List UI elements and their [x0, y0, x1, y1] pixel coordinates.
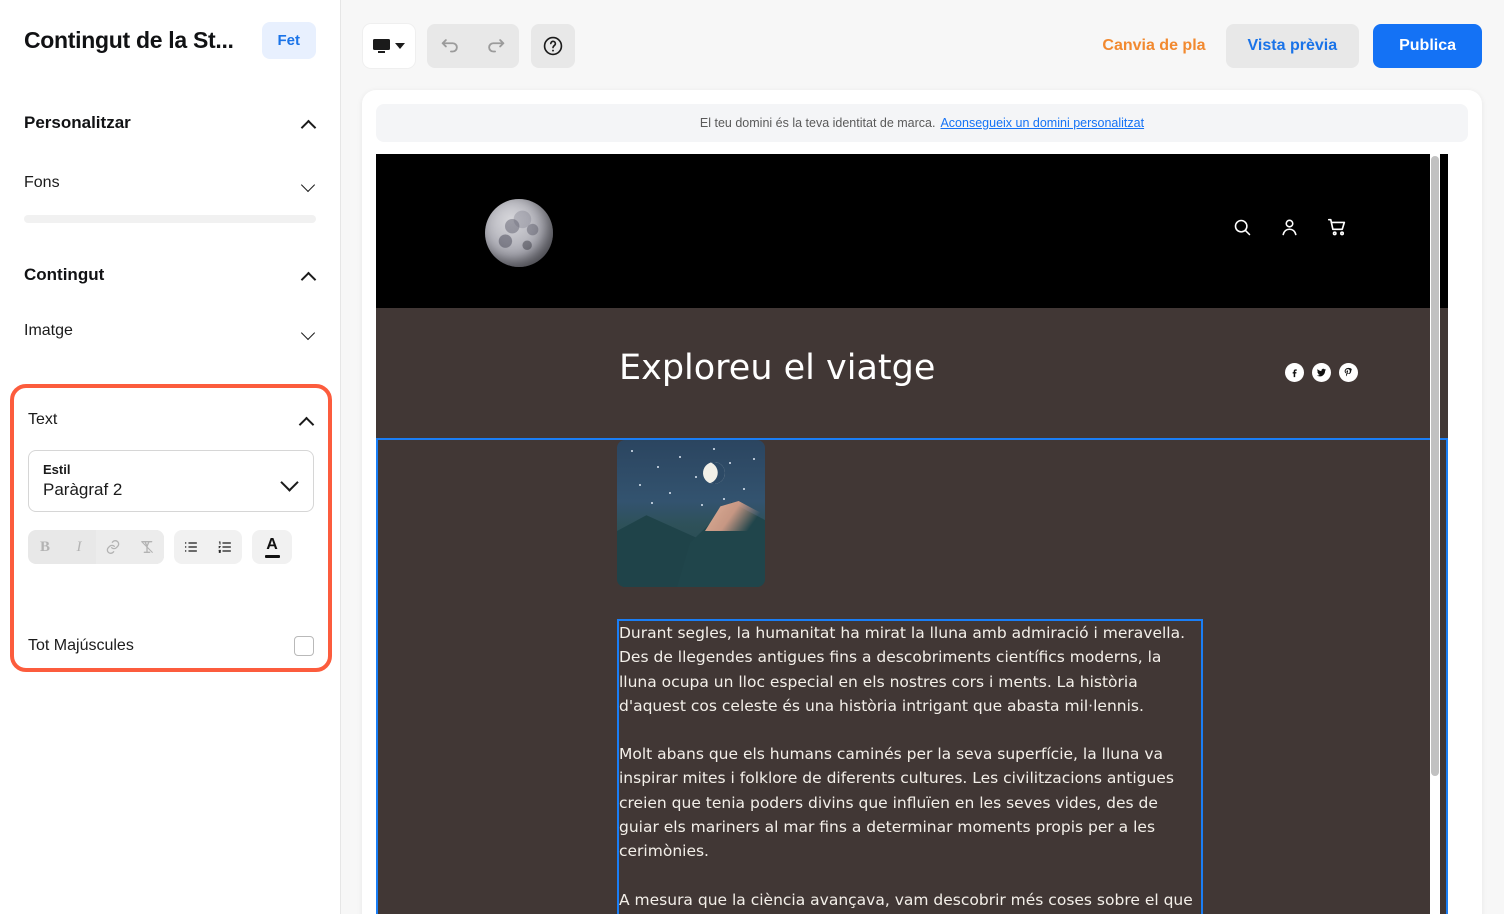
- chevron-up-icon: [302, 119, 316, 128]
- hero-title: Exploreu el viatge: [619, 348, 936, 388]
- editor-app: Contingut de la St... Fet Personalitzar …: [0, 0, 1504, 914]
- bullet-list-button[interactable]: [174, 530, 208, 564]
- paragraph: Molt abans que els humans caminés per la…: [619, 745, 1174, 861]
- clear-format-icon: [141, 541, 153, 553]
- undo-icon: [441, 39, 458, 53]
- numbered-list-icon: [218, 541, 231, 553]
- editor-toolbar: Canvia de pla Vista prèvia Publica: [341, 0, 1504, 92]
- site-canvas: Exploreu el viatge Durant segles, la hum…: [376, 154, 1448, 914]
- paragraph: Durant segles, la humanitat ha mirat la …: [619, 624, 1186, 715]
- formatting-toolbar: B I A: [28, 530, 328, 564]
- sidebar-item-imatge-label: Imatge: [24, 322, 73, 339]
- chevron-down-icon: [302, 327, 316, 336]
- help-icon: [543, 36, 563, 56]
- section-personalitzar[interactable]: Personalitzar: [0, 103, 340, 143]
- preview-scrollbar[interactable]: [1430, 154, 1440, 914]
- chevron-up-icon: [302, 271, 316, 280]
- numbered-list-button[interactable]: [208, 530, 242, 564]
- moon-logo[interactable]: [485, 199, 553, 267]
- section-contingut[interactable]: Contingut: [0, 255, 340, 295]
- text-settings-panel: Text Estil Paràgraf 2 B I A Tot Majúscul…: [10, 384, 332, 672]
- clear-format-button[interactable]: [130, 530, 164, 564]
- facebook-icon[interactable]: [1285, 363, 1304, 382]
- uppercase-checkbox[interactable]: [294, 636, 314, 656]
- account-icon[interactable]: [1279, 217, 1300, 238]
- page-title: Contingut de la St...: [24, 27, 234, 53]
- bullet-list-icon: [184, 542, 197, 552]
- link-button[interactable]: [96, 530, 130, 564]
- preview-button[interactable]: Vista prèvia: [1225, 24, 1360, 68]
- social-links: [1285, 363, 1358, 382]
- toolbar-right: Canvia de pla Vista prèvia Publica: [1096, 24, 1482, 68]
- done-button[interactable]: Fet: [261, 22, 316, 59]
- site-content-section[interactable]: Durant segles, la humanitat ha mirat la …: [376, 438, 1448, 914]
- night-mountain-image[interactable]: [617, 440, 765, 587]
- undo-button[interactable]: [427, 24, 473, 68]
- section-contingut-label: Contingut: [24, 265, 105, 284]
- domain-notice-link[interactable]: Aconsegueix un domini personalitzat: [940, 116, 1144, 130]
- main-area: Canvia de pla Vista prèvia Publica El te…: [341, 0, 1504, 914]
- formatting-group-lists: [174, 530, 242, 564]
- site-header[interactable]: [376, 154, 1448, 308]
- sidebar-item-imatge[interactable]: Imatge: [0, 309, 340, 353]
- style-select-label: Estil: [43, 462, 71, 477]
- settings-sidebar: Contingut de la St... Fet Personalitzar …: [0, 0, 341, 914]
- publish-button[interactable]: Publica: [1373, 24, 1482, 68]
- chevron-up-icon: [300, 416, 314, 425]
- italic-icon: I: [76, 538, 82, 555]
- text-color-icon: A: [264, 536, 280, 558]
- paragraph: A mesura que la ciència avançava, vam de…: [619, 890, 1193, 909]
- style-select[interactable]: Estil Paràgraf 2: [28, 450, 314, 512]
- style-select-value: Paràgraf 2: [43, 480, 123, 499]
- toolbar-left: [363, 24, 575, 68]
- bold-icon: B: [39, 538, 50, 555]
- site-hero[interactable]: Exploreu el viatge: [376, 308, 1448, 438]
- desktop-icon: [373, 38, 390, 54]
- link-icon: [106, 540, 120, 554]
- site-header-icons: [1232, 216, 1348, 238]
- bold-button[interactable]: B: [28, 530, 62, 564]
- italic-button[interactable]: I: [62, 530, 96, 564]
- formatting-group-inline: B I: [28, 530, 164, 564]
- device-selector[interactable]: [363, 24, 415, 68]
- pinterest-icon[interactable]: [1339, 363, 1358, 382]
- scrollbar-thumb[interactable]: [1431, 156, 1439, 776]
- text-color-button[interactable]: A: [252, 530, 292, 564]
- chevron-down-icon: [281, 476, 299, 487]
- undo-redo-group: [427, 24, 519, 68]
- help-button[interactable]: [531, 24, 575, 68]
- sidebar-item-fons[interactable]: Fons: [0, 161, 340, 205]
- chevron-down-icon: [395, 43, 405, 49]
- text-panel-header[interactable]: Text: [14, 396, 328, 444]
- domain-notice: El teu domini és la teva identitat de ma…: [376, 104, 1468, 142]
- uppercase-toggle-label: Tot Majúscules: [28, 637, 134, 654]
- sidebar-divider: [24, 215, 316, 223]
- redo-icon: [488, 39, 505, 53]
- text-panel-title: Text: [28, 411, 58, 428]
- sidebar-header: Contingut de la St... Fet: [0, 0, 340, 59]
- redo-button[interactable]: [473, 24, 519, 68]
- twitter-icon[interactable]: [1312, 363, 1331, 382]
- change-plan-link[interactable]: Canvia de pla: [1096, 37, 1211, 55]
- section-personalitzar-label: Personalitzar: [24, 113, 131, 132]
- uppercase-toggle-row: Tot Majúscules: [28, 636, 314, 656]
- search-icon[interactable]: [1232, 217, 1253, 238]
- domain-notice-text: El teu domini és la teva identitat de ma…: [699, 116, 936, 130]
- cart-icon[interactable]: [1326, 216, 1348, 238]
- chevron-down-icon: [302, 179, 316, 188]
- site-preview-card: El teu domini és la teva identitat de ma…: [362, 90, 1482, 914]
- sidebar-item-fons-label: Fons: [24, 174, 60, 191]
- body-text-block[interactable]: Durant segles, la humanitat ha mirat la …: [617, 619, 1203, 914]
